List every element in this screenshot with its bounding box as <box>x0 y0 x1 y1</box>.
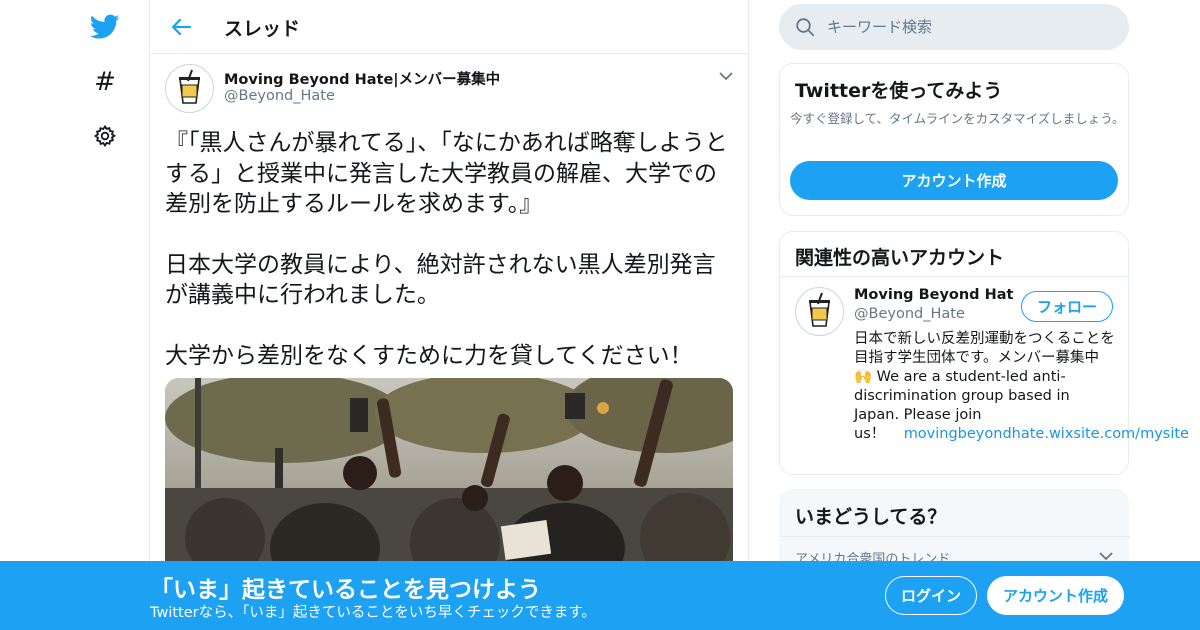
protest-photo-image <box>165 378 733 578</box>
tweet-author-name[interactable]: Moving Beyond Hate|メンバー募集中 <box>224 68 500 89</box>
twitter-bird-icon[interactable] <box>85 7 125 47</box>
divider <box>780 276 1128 277</box>
login-button[interactable]: ログイン <box>885 576 977 615</box>
search-input[interactable] <box>827 14 1107 40</box>
banner-subtitle: Twitterなら、「いま」起きていることをいち早くチェックできます。 <box>150 605 596 621</box>
tweet-text: 『「黒人さんが暴れてる」、「なにかあれば略奪しようとする」と授業中に発言した大学… <box>165 128 735 371</box>
tweet-paragraph: 『「黒人さんが暴れてる」、「なにかあれば略奪しようとする」と授業中に発言した大学… <box>165 130 728 217</box>
avatar[interactable] <box>795 287 844 336</box>
related-accounts-title: 関連性の高いアカウント <box>795 247 1005 269</box>
arrow-left-icon[interactable] <box>166 12 196 42</box>
related-account-name[interactable]: Moving Beyond Hate|... <box>854 287 1014 303</box>
page-title: スレッド <box>224 18 301 40</box>
signup-banner: 「いま」起きていることを見つけよう Twitterなら、「いま」起きていることを… <box>0 561 1200 630</box>
signup-button[interactable]: アカウント作成 <box>987 576 1124 615</box>
avatar[interactable] <box>165 64 214 113</box>
create-account-button[interactable]: アカウント作成 <box>790 161 1118 200</box>
trends-title: いまどうしてる？ <box>795 506 947 528</box>
chevron-down-icon[interactable] <box>716 66 736 86</box>
signup-card: Twitterを使ってみよう 今すぐ登録して、タイムラインをカスタマイズしましょ… <box>779 63 1129 216</box>
tweet-author-handle[interactable]: @Beyond_Hate <box>224 88 335 104</box>
divider <box>780 536 1130 537</box>
signup-card-description: 今すぐ登録して、タイムラインをカスタマイズしましょう。 <box>790 111 1125 126</box>
related-account-bio: 日本で新しい反差別運動をつくることを目指す学生団体です。メンバー募集中🙌 We … <box>854 330 1189 444</box>
hashtag-glyph: # <box>94 67 116 97</box>
follow-button[interactable]: フォロー <box>1021 291 1113 322</box>
main-column: スレッド Moving Beyond Hate|メンバー募集中 @Beyond_… <box>149 0 749 630</box>
hashtag-icon[interactable]: # <box>85 62 125 102</box>
signup-card-title: Twitterを使ってみよう <box>795 80 1003 102</box>
related-accounts-card: 関連性の高いアカウント Moving Beyond Hate|... @Beyo… <box>779 231 1189 475</box>
tweet-photo[interactable] <box>165 378 733 578</box>
related-account-handle[interactable]: @Beyond_Hate <box>854 306 965 322</box>
search-icon <box>795 17 815 37</box>
tweet-paragraph: 日本大学の教員により、絶対許されない黒人差別発言が講義中に行われました。 <box>165 251 716 309</box>
banner-title: 「いま」起きていることを見つけよう <box>150 577 541 603</box>
left-nav: # <box>0 0 150 630</box>
gear-icon[interactable] <box>85 116 125 156</box>
search-bar <box>779 4 1129 50</box>
tweet-paragraph: 大学から差別をなくすために力を貸してください！ <box>165 342 693 369</box>
thread-header: スレッド <box>150 0 748 54</box>
bio-link[interactable]: movingbeyondhate.wixsite.com/mysite <box>904 426 1189 442</box>
